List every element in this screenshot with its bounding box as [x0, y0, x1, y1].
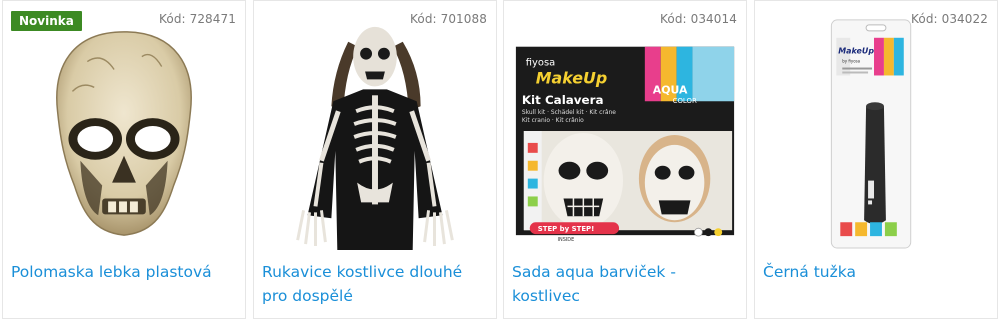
black-pencil-image[interactable]: MakeUp by fiyosa	[755, 11, 997, 253]
kit-color: COLOR	[673, 97, 697, 105]
product-card[interactable]: Kód: 701088 Rukavice kostlivce dlouhé pr…	[253, 0, 497, 319]
product-name-link[interactable]: Černá tužka	[763, 260, 989, 284]
black-pencil-icon: MakeUp by fiyosa	[830, 19, 912, 249]
kit-title: Kit Calavera	[522, 93, 604, 107]
kit-aqua: AQUA	[653, 83, 688, 96]
product-card[interactable]: Kód: 034014 fiyosa MakeUp Kit Calavera S…	[503, 0, 747, 319]
product-name-link[interactable]: Sada aqua barviček - kostlivec	[512, 260, 738, 308]
skeleton-costume-icon	[296, 26, 454, 251]
skeleton-costume-image[interactable]	[254, 11, 496, 253]
pencil-line: MakeUp	[838, 47, 874, 56]
face-paint-kit-icon: fiyosa MakeUp Kit Calavera Skull kit · S…	[515, 46, 735, 243]
new-badge: Novinka	[11, 11, 82, 31]
face-paint-kit-image[interactable]: fiyosa MakeUp Kit Calavera Skull kit · S…	[504, 11, 746, 253]
product-name-link[interactable]: Polomaska lebka plastová	[11, 260, 237, 284]
kit-subtitle-1: Skull kit · Schädel kit · Kit crâne	[522, 109, 616, 116]
pencil-brand: by fiyosa	[842, 59, 860, 64]
product-grid: Novinka Kód: 728471 Polomaska lebka plas…	[0, 0, 1000, 321]
skull-mask-image[interactable]	[3, 11, 245, 253]
product-card[interactable]: Kód: 034022 MakeUp by fiyosa Černá tužka	[754, 0, 998, 319]
kit-line: MakeUp	[536, 68, 607, 87]
product-card[interactable]: Novinka Kód: 728471 Polomaska lebka plas…	[2, 0, 246, 319]
kit-step: STEP by STEP!	[538, 225, 595, 233]
product-name-link[interactable]: Rukavice kostlivce dlouhé pro dospělé	[262, 260, 488, 308]
kit-brand: fiyosa	[526, 58, 555, 69]
skull-mask-icon	[56, 31, 192, 236]
kit-inside: INSIDE	[558, 237, 575, 243]
kit-subtitle-2: Kit cranio · Kit crânio	[522, 117, 584, 124]
